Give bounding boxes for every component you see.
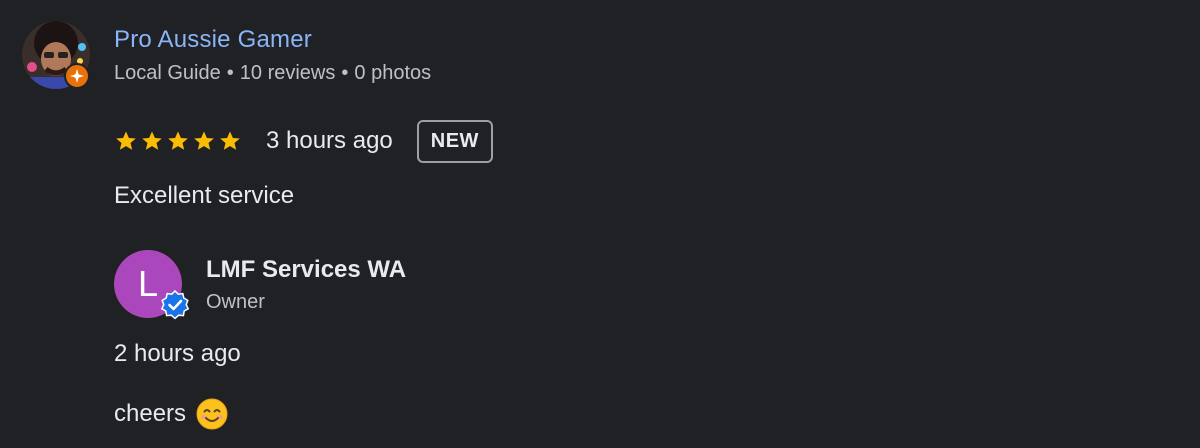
rating-row: 3 hours ago NEW	[114, 118, 493, 164]
reviewer-meta: Local Guide • 10 reviews • 0 photos	[114, 62, 431, 85]
local-guide-star-icon	[64, 63, 90, 89]
review-text: Excellent service	[114, 182, 295, 209]
response-text: cheers	[114, 398, 228, 430]
reviewer-avatar[interactable]	[22, 21, 90, 89]
review-count: 10 reviews	[239, 62, 336, 84]
owner-name: LMF Services WA	[206, 256, 407, 283]
star-icon	[116, 131, 136, 150]
response-time: 2 hours ago	[114, 340, 241, 367]
local-guide-label: Local Guide	[114, 62, 221, 84]
owner-role: Owner	[206, 291, 265, 313]
photo-count: 0 photos	[354, 62, 432, 84]
meta-separator: •	[341, 62, 349, 84]
meta-separator: •	[226, 62, 234, 84]
review-card: Pro Aussie Gamer Local Guide • 10 reviews •…	[0, 0, 1200, 448]
response-text-content: cheers	[114, 400, 187, 427]
new-badge: NEW	[416, 119, 493, 163]
review-time: 3 hours ago	[266, 127, 393, 154]
star-rating	[114, 129, 242, 153]
smiling-face-icon	[196, 398, 228, 430]
star-icon	[168, 131, 188, 150]
star-icon	[194, 131, 214, 150]
verified-check-icon	[160, 290, 190, 320]
star-icon	[142, 131, 162, 150]
reviewer-name[interactable]: Pro Aussie Gamer	[114, 26, 312, 54]
star-icon	[220, 131, 240, 150]
owner-avatar[interactable]: L	[114, 250, 190, 320]
